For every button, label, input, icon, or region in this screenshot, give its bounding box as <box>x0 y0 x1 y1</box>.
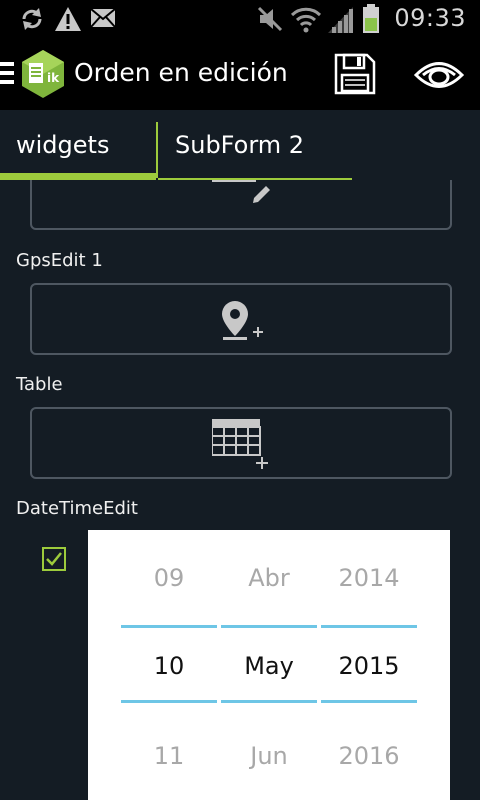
tab-subform-2[interactable]: SubForm 2 <box>158 110 352 180</box>
month-wheel[interactable]: Abr May Jun <box>221 530 317 800</box>
gps-widget[interactable] <box>30 283 452 355</box>
tab-bar: widgets SubForm 2 <box>0 110 480 180</box>
warning-icon <box>55 7 81 31</box>
tab-widgets[interactable]: widgets <box>0 110 156 180</box>
save-icon[interactable] <box>333 52 377 96</box>
tab-selected-indicator <box>0 173 156 180</box>
battery-icon <box>363 4 379 33</box>
app-title: Orden en edición <box>74 58 288 87</box>
day-line-bottom <box>121 700 217 703</box>
date-picker[interactable]: 09 10 11 Abr May Jun 2014 2015 2016 <box>88 530 450 800</box>
table-add-icon <box>212 419 268 469</box>
year-wheel[interactable]: 2014 2015 2016 <box>321 530 417 800</box>
table-label: Table <box>16 374 63 395</box>
month-prev[interactable]: Abr <box>221 564 317 592</box>
datetimeedit-label: DateTimeEdit <box>16 498 138 519</box>
day-wheel[interactable]: 09 10 11 <box>121 530 217 800</box>
signal-icon <box>328 7 353 33</box>
wifi-icon <box>290 7 322 33</box>
menu-icon[interactable] <box>0 62 14 84</box>
mute-icon <box>257 6 283 32</box>
mail-icon <box>90 8 116 28</box>
status-clock: 09:33 <box>394 4 466 32</box>
month-selected[interactable]: May <box>221 652 317 680</box>
action-bar: ik Orden en edición <box>0 38 480 110</box>
year-prev[interactable]: 2014 <box>321 564 417 592</box>
month-line-top <box>221 625 317 628</box>
year-line-top <box>321 625 417 628</box>
gpsedit-label: GpsEdit 1 <box>16 250 103 271</box>
svg-text:ik: ik <box>47 71 60 85</box>
signature-edit-icon <box>212 180 270 203</box>
signature-widget[interactable] <box>30 180 452 230</box>
month-next[interactable]: Jun <box>221 742 317 770</box>
check-icon <box>46 552 62 566</box>
tab-subform-2-label: SubForm 2 <box>175 131 305 159</box>
day-line-top <box>121 625 217 628</box>
year-selected[interactable]: 2015 <box>321 652 417 680</box>
year-line-bottom <box>321 700 417 703</box>
tab-widgets-label: widgets <box>16 131 110 159</box>
table-widget[interactable] <box>30 407 452 479</box>
eye-icon[interactable] <box>414 58 464 92</box>
app-logo[interactable]: ik <box>20 49 66 99</box>
day-next[interactable]: 11 <box>121 742 217 770</box>
day-selected[interactable]: 10 <box>121 652 217 680</box>
month-line-bottom <box>221 700 317 703</box>
date-enable-checkbox[interactable] <box>42 547 66 571</box>
sync-icon <box>22 8 42 30</box>
day-prev[interactable]: 09 <box>121 564 217 592</box>
year-next[interactable]: 2016 <box>321 742 417 770</box>
location-add-icon <box>222 301 263 340</box>
status-bar: 09:33 <box>0 0 480 38</box>
